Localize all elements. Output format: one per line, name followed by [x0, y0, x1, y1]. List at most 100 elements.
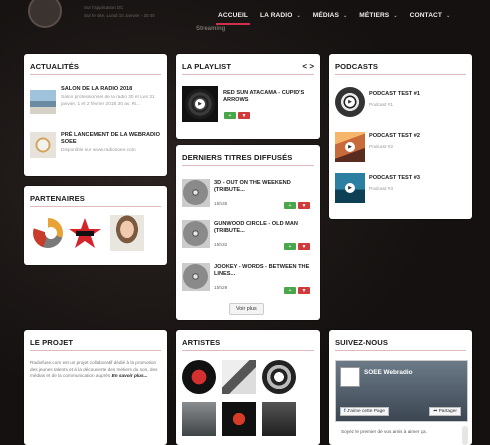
scrollbar[interactable]: [462, 426, 468, 445]
projet-text-block: Radiofuse.com est un projet collaboratif…: [30, 360, 161, 380]
next-arrow-icon[interactable]: >: [309, 62, 314, 71]
artistes-card: ARTISTES: [176, 330, 320, 445]
sub-logo: Streaming: [196, 26, 226, 32]
podcasts-title: PODCASTS: [335, 62, 378, 71]
nav-la-radio-label: LA RADIO: [260, 12, 293, 19]
artist-photo[interactable]: [182, 360, 216, 394]
podcast-thumbnail[interactable]: ▶: [335, 173, 365, 203]
play-icon[interactable]: ▶: [345, 97, 355, 107]
news-desc: Disponible sur www.radiosoee.com: [61, 148, 136, 153]
like-button[interactable]: +: [284, 202, 296, 209]
actualites-card: ACTUALITÉS SALON DE LA RADIO 2018 Salon …: [24, 54, 167, 176]
like-button[interactable]: +: [224, 112, 236, 119]
podcast-sub: Podcast #3: [369, 187, 394, 192]
cd-icon: [183, 264, 208, 289]
news-title[interactable]: PRÉ LANCEMENT DE LA WEBRADIO SOEE: [61, 132, 161, 146]
facebook-icon: f: [344, 409, 346, 414]
podcast-thumbnail[interactable]: ▶: [335, 87, 365, 117]
partenaires-card: PARTENAIRES: [24, 186, 167, 265]
podcast-title[interactable]: PODCAST TEST #2: [369, 133, 420, 140]
artist-photo[interactable]: [222, 402, 256, 436]
voir-plus-button[interactable]: Voir plus: [229, 303, 264, 315]
news-thumbnail[interactable]: [30, 132, 56, 158]
suivez-card: SUIVEZ-NOUS SOEE Webradio f J'aime cette…: [329, 330, 472, 445]
nav-contact[interactable]: CONTACT ⌄: [408, 12, 461, 25]
artist-photo[interactable]: [182, 402, 216, 436]
projet-card: LE PROJET Radiofuse.com est un projet co…: [24, 330, 167, 445]
play-icon[interactable]: ▶: [345, 142, 355, 152]
title-divider: [335, 74, 466, 75]
news-title[interactable]: SALON DE LA RADIO 2018: [61, 86, 161, 93]
title-divider: [335, 350, 466, 351]
podcasts-card: PODCASTS ▶ PODCAST TEST #1 Podcast #1 ▶ …: [329, 54, 472, 219]
suivez-title: SUIVEZ-NOUS: [335, 338, 388, 347]
news-thumbnail[interactable]: [30, 90, 56, 114]
nav-metiers-label: MÉTIERS: [359, 12, 390, 19]
nav-accueil[interactable]: ACCUEIL: [216, 12, 258, 25]
title-divider: [30, 206, 161, 207]
playlist-title: LA PLAYLIST: [182, 62, 232, 71]
album-cover[interactable]: ▶: [182, 86, 218, 122]
dislike-button[interactable]: ▼: [298, 243, 310, 250]
page-avatar: [340, 367, 360, 387]
title-divider: [30, 74, 161, 75]
chevron-down-icon: ⌄: [446, 13, 451, 19]
title-divider: [30, 350, 161, 351]
nav-medias[interactable]: MÉDIAS ⌄: [311, 12, 358, 25]
header-meta-line2: Sur le site, Lundi 15 Janvier - 20:45: [84, 13, 155, 18]
like-button[interactable]: +: [284, 287, 296, 294]
recent-track-time: 15h29: [214, 286, 228, 291]
recent-track-title: GUNWOOD CIRCLE - OLD MAN (TRIBUTE...: [214, 221, 298, 234]
friends-text: Soyez le premier de vos amis à aimer ça.: [341, 429, 427, 434]
cd-thumbnail[interactable]: [182, 263, 210, 291]
dislike-button[interactable]: ▼: [298, 202, 310, 209]
page-name[interactable]: SOEE Webradio: [364, 369, 413, 376]
partenaires-title: PARTENAIRES: [30, 194, 85, 203]
facebook-widget[interactable]: SOEE Webradio f J'aime cette Page ➦ Part…: [335, 360, 468, 422]
artist-photo[interactable]: [222, 360, 256, 394]
nav-la-radio[interactable]: LA RADIO ⌄: [258, 12, 311, 25]
recent-track-time: 15h35: [214, 202, 228, 207]
cd-icon: [183, 180, 208, 205]
header-meta-line1: Sur l'application DC: [84, 5, 124, 10]
title-divider: [182, 350, 314, 351]
play-icon[interactable]: ▶: [195, 99, 205, 109]
cd-thumbnail[interactable]: [182, 179, 210, 207]
recent-track-title: 3D - OUT ON THE WEEKEND (TRIBUTE...: [214, 180, 291, 193]
dislike-button[interactable]: ▼: [298, 287, 310, 294]
recent-track-title: JOOKEY - WORDS - BETWEEN THE LINES...: [214, 264, 310, 277]
artist-photo[interactable]: [262, 402, 296, 436]
partner-logo[interactable]: [33, 218, 63, 248]
share-button[interactable]: ➦ Partager: [429, 407, 461, 416]
partner-photo[interactable]: [110, 215, 144, 251]
playlist-nav: < >: [302, 62, 314, 71]
podcast-sub: Podcast #1: [369, 103, 394, 108]
chevron-down-icon: ⌄: [296, 13, 301, 19]
podcast-title[interactable]: PODCAST TEST #1: [369, 91, 420, 98]
like-button[interactable]: +: [284, 243, 296, 250]
star-logo-icon: [69, 218, 101, 248]
title-divider: [182, 165, 314, 166]
chevron-down-icon: ⌄: [343, 13, 348, 19]
share-icon: ➦: [433, 409, 438, 414]
track-title: RED SUN ATACAMA - CUPID'S ARROWS: [223, 90, 305, 103]
actualites-title: ACTUALITÉS: [30, 62, 80, 71]
like-page-label: J'aime cette Page: [346, 409, 385, 414]
play-icon[interactable]: ▶: [345, 183, 355, 193]
nav-metiers[interactable]: MÉTIERS ⌄: [357, 12, 407, 25]
cd-icon: [183, 221, 208, 246]
podcast-thumbnail[interactable]: ▶: [335, 132, 365, 162]
cd-thumbnail[interactable]: [182, 220, 210, 248]
podcast-sub: Podcast #2: [369, 145, 394, 150]
podcast-title[interactable]: PODCAST TEST #3: [369, 175, 420, 182]
share-label: Partager: [438, 409, 457, 414]
partner-logo[interactable]: [68, 216, 102, 250]
like-page-button[interactable]: f J'aime cette Page: [340, 407, 389, 416]
nav-accueil-label: ACCUEIL: [218, 12, 249, 19]
en-savoir-plus-link[interactable]: En savoir plus...: [112, 373, 148, 378]
projet-title: LE PROJET: [30, 338, 74, 347]
prev-arrow-icon[interactable]: <: [302, 62, 307, 71]
artist-photo[interactable]: [262, 360, 296, 394]
dislike-button[interactable]: ▼: [238, 112, 250, 119]
news-desc: Salon professionnel de la radio 30 et Le…: [61, 95, 155, 107]
